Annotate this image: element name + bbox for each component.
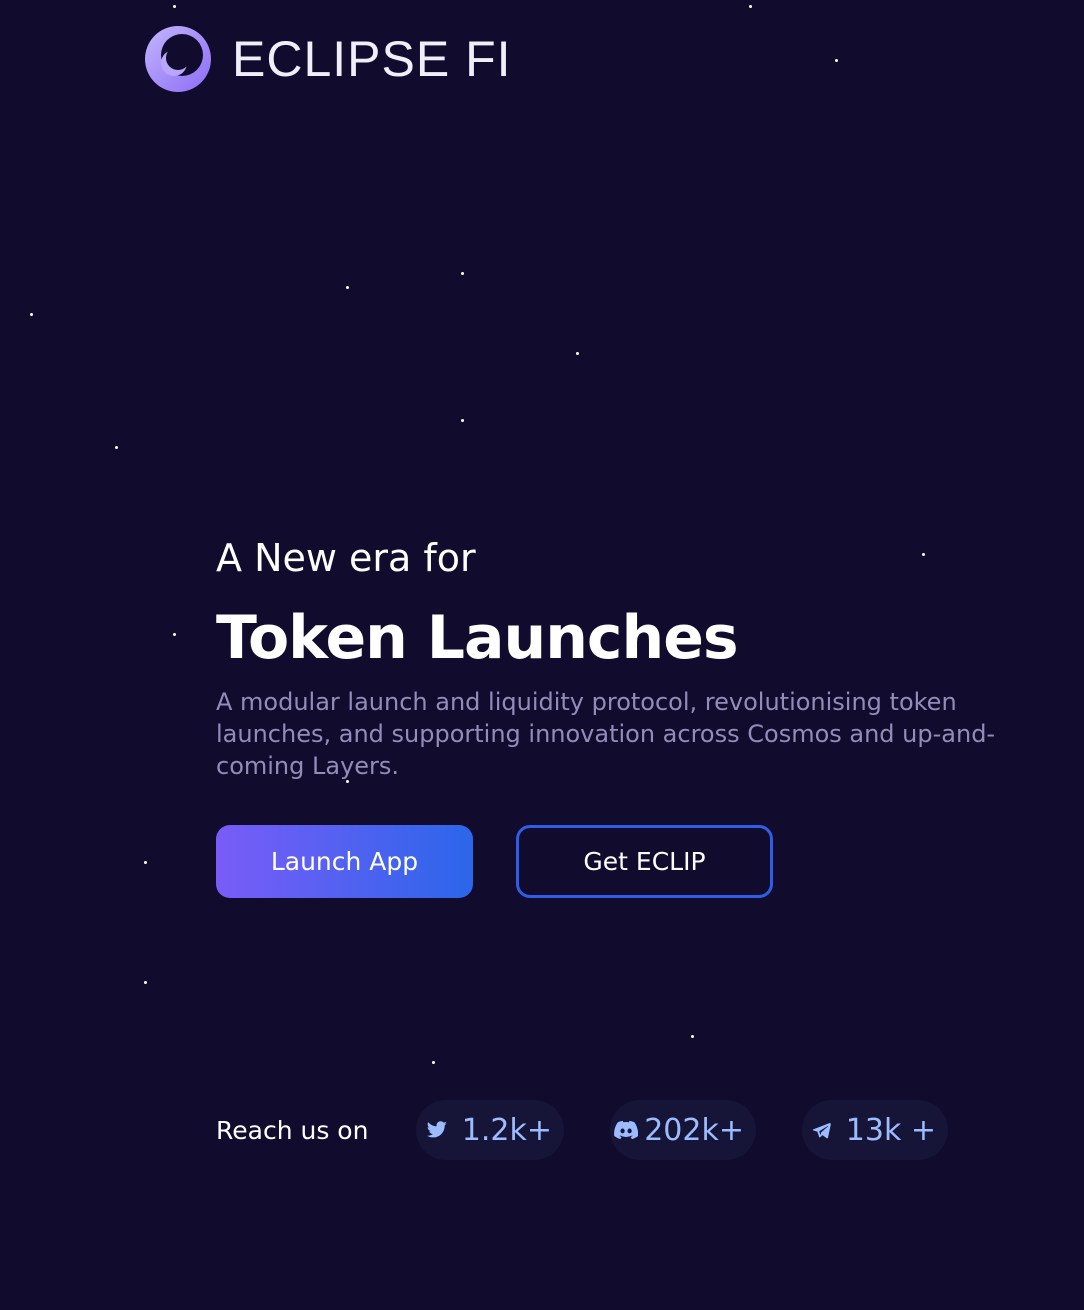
- twitter-icon: [426, 1121, 447, 1138]
- reach-us-label: Reach us on: [216, 1115, 369, 1145]
- star: [576, 352, 579, 355]
- eclipse-moon-icon: [145, 26, 211, 92]
- launch-app-button[interactable]: Launch App: [216, 825, 473, 898]
- star: [346, 286, 349, 289]
- star: [835, 59, 838, 62]
- discord-link[interactable]: 202k+: [610, 1100, 756, 1160]
- star: [432, 1061, 435, 1064]
- star: [144, 981, 147, 984]
- brand-logo[interactable]: ECLIPSE FI: [144, 25, 512, 93]
- hero-description: A modular launch and liquidity protocol,…: [216, 688, 996, 780]
- telegram-icon: [812, 1122, 831, 1139]
- discord-count: 202k+: [644, 1112, 744, 1148]
- star: [461, 419, 464, 422]
- social-links: Reach us on 1.2k+ 202k+ 13k +: [216, 1100, 948, 1160]
- telegram-link[interactable]: 13k +: [802, 1100, 948, 1160]
- telegram-count: 13k +: [845, 1112, 936, 1148]
- star: [173, 5, 176, 8]
- hero-eyebrow: A New era for: [216, 536, 476, 580]
- star: [461, 272, 464, 275]
- star: [173, 633, 176, 636]
- star: [691, 1035, 694, 1038]
- star: [749, 5, 752, 8]
- brand-name: ECLIPSE FI: [232, 31, 512, 87]
- star: [30, 313, 33, 316]
- star: [115, 446, 118, 449]
- get-eclip-button[interactable]: Get ECLIP: [516, 825, 773, 898]
- discord-icon: [614, 1120, 639, 1140]
- hero-section: A New era for Token Launches A modular l…: [216, 530, 1056, 782]
- hero-actions: Launch App Get ECLIP: [216, 825, 773, 898]
- twitter-count: 1.2k+: [461, 1112, 552, 1148]
- star: [144, 861, 147, 864]
- hero-title: Token Launches: [216, 603, 739, 673]
- twitter-link[interactable]: 1.2k+: [416, 1100, 564, 1160]
